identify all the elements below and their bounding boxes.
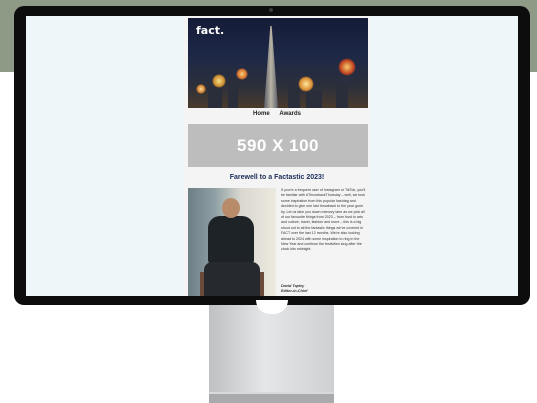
nav-awards-link[interactable]: Awards [279, 111, 301, 117]
nav-home-link[interactable]: Home [253, 111, 270, 117]
photo-person-head [222, 198, 240, 218]
email-heading: Farewell to a Factastic 2023! [229, 174, 325, 181]
firework [298, 76, 314, 92]
monitor-stand [209, 305, 334, 395]
skyline-building [336, 84, 348, 108]
editor-photo [188, 188, 276, 296]
stand-base [209, 392, 334, 403]
hero-image: fact. [188, 18, 368, 108]
firework [236, 68, 248, 80]
skyline-building [306, 90, 322, 108]
banner-placeholder: 590 X 100 [188, 124, 368, 167]
signature-name: David Tapley [281, 284, 305, 288]
monitor-screen: fact. Home Awards 590 X 100 Farewell to … [26, 16, 518, 296]
photo-person-legs [204, 262, 260, 296]
firework [338, 58, 356, 76]
email-preview: fact. Home Awards 590 X 100 Farewell to … [184, 16, 370, 296]
firework [212, 74, 226, 88]
firework [196, 84, 206, 94]
email-body-text: If you're a frequent user of Instagram o… [281, 188, 366, 252]
email-nav: Home Awards [184, 111, 370, 117]
photo-person-body [208, 216, 254, 264]
skyline-building [228, 78, 238, 108]
skyline-building [208, 86, 222, 108]
fact-logo: fact. [196, 24, 225, 37]
camera-dot [269, 8, 273, 12]
signature-title: Editor-in-Chief [281, 289, 308, 293]
monitor: fact. Home Awards 590 X 100 Farewell to … [14, 6, 530, 305]
burj-tower [264, 26, 278, 108]
